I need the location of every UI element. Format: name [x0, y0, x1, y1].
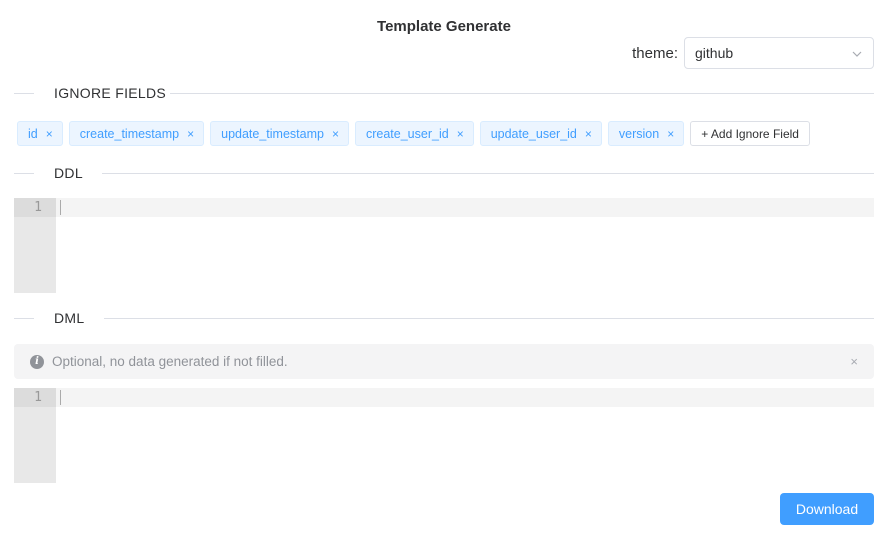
tag-create-timestamp: create_timestamp ×: [68, 121, 205, 146]
active-line: [56, 388, 874, 407]
tag-create-user-id: create_user_id ×: [354, 121, 474, 146]
section-title-dml: DML: [54, 310, 85, 326]
dml-editor[interactable]: 1: [14, 388, 874, 483]
active-line: [56, 198, 874, 217]
close-icon[interactable]: ×: [850, 354, 858, 369]
close-icon[interactable]: ×: [585, 128, 592, 140]
close-icon[interactable]: ×: [667, 128, 674, 140]
dml-info-alert: i Optional, no data generated if not fil…: [14, 344, 874, 379]
close-icon[interactable]: ×: [332, 128, 339, 140]
theme-row: theme: github: [632, 37, 874, 69]
close-icon[interactable]: ×: [46, 128, 53, 140]
alert-message: Optional, no data generated if not fille…: [52, 354, 288, 369]
ddl-editor[interactable]: 1: [14, 198, 874, 293]
theme-select-value: github: [695, 45, 734, 61]
tag-update-timestamp: update_timestamp ×: [210, 121, 349, 146]
theme-label: theme:: [632, 44, 678, 62]
tag-version: version ×: [607, 121, 685, 146]
close-icon[interactable]: ×: [187, 128, 194, 140]
text-cursor: [60, 200, 61, 215]
add-ignore-field-button[interactable]: + Add Ignore Field: [690, 121, 810, 146]
page-title: Template Generate: [377, 18, 511, 35]
section-title-ignore-fields: IGNORE FIELDS: [54, 85, 167, 101]
theme-select[interactable]: github: [684, 37, 874, 69]
divider-dml: DML: [14, 309, 874, 329]
ignore-field-tags: id × create_timestamp × update_timestamp × …: [17, 121, 810, 146]
text-cursor: [60, 390, 61, 405]
tag-id: id ×: [17, 121, 63, 146]
divider-ignore-fields: IGNORE FIELDS: [14, 84, 874, 104]
chevron-down-icon: [851, 47, 863, 59]
close-icon[interactable]: ×: [457, 128, 464, 140]
divider-ddl: DDL: [14, 164, 874, 184]
line-number: 1: [14, 198, 56, 217]
tag-update-user-id: update_user_id ×: [479, 121, 602, 146]
line-number: 1: [14, 388, 56, 407]
download-button[interactable]: Download: [780, 493, 874, 525]
section-title-ddl: DDL: [54, 165, 83, 181]
info-icon: i: [30, 354, 44, 369]
